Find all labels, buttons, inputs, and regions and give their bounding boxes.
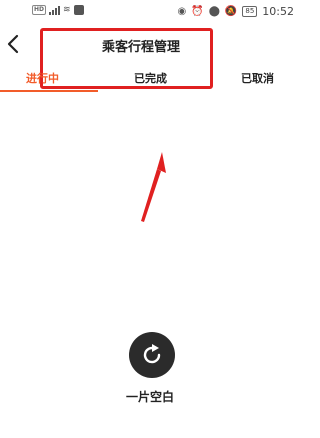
status-left-group: HD ≋ — [32, 5, 84, 15]
tab-cancelled[interactable]: 已取消 — [241, 70, 274, 86]
chevron-left-icon — [7, 34, 19, 54]
app-notification-icon — [73, 5, 84, 15]
empty-state-text: 一片空白 — [125, 390, 174, 404]
refresh-icon[interactable] — [129, 332, 175, 378]
header: 乘客行程管理 — [0, 26, 300, 89]
annotation-arrow — [141, 152, 166, 222]
status-time: 10:52 — [262, 5, 294, 18]
wifi-icon: ≋ — [63, 5, 71, 15]
location-icon: ⬤ — [208, 6, 220, 17]
alarm-icon: ⏰ — [191, 6, 204, 17]
tab-in-progress[interactable]: 进行中 — [26, 70, 59, 86]
battery-icon: 85 — [242, 6, 258, 17]
eye-icon: ◉ — [177, 6, 187, 17]
hd-network-badge: HD — [32, 5, 47, 15]
signal-icon — [49, 5, 61, 15]
status-right-group: ◉ ⏰ ⬤ 🔕 85 10:52 — [178, 5, 294, 18]
back-button[interactable] — [2, 30, 24, 58]
active-tab-indicator — [0, 90, 98, 92]
status-bar: HD ≋ ◉ ⏰ ⬤ 🔕 85 10:52 — [0, 0, 300, 26]
tab-completed[interactable]: 已完成 — [134, 70, 167, 86]
tab-bar: 进行中 已完成 已取消 — [0, 66, 300, 92]
refresh-glyph — [143, 344, 161, 364]
mute-icon: 🔕 — [224, 6, 238, 17]
